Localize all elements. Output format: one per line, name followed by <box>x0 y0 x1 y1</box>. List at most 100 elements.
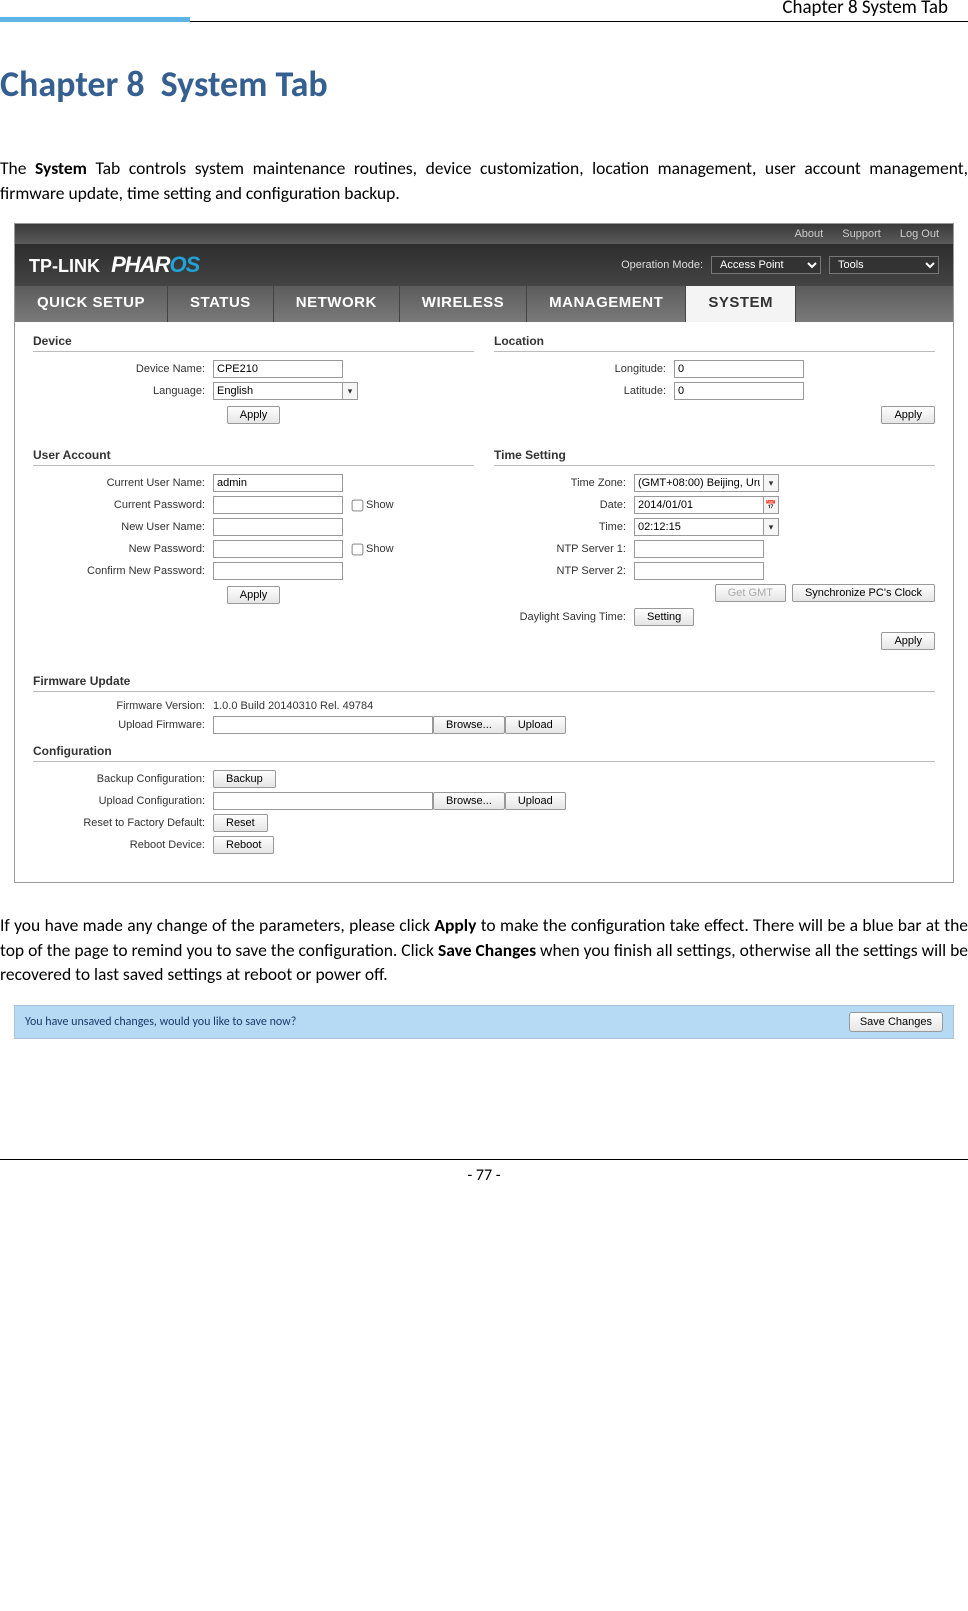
chapter-title: Chapter 8 System Tab <box>0 62 968 106</box>
upload-fw-input[interactable] <box>213 716 433 734</box>
dst-label: Daylight Saving Time: <box>494 611 634 623</box>
time-input[interactable] <box>634 518 764 536</box>
tab-status[interactable]: Status <box>168 286 274 322</box>
device-name-input[interactable] <box>213 360 343 378</box>
chevron-down-icon[interactable]: ▾ <box>342 382 358 400</box>
calendar-icon[interactable]: 📅 <box>763 496 779 514</box>
unsaved-bar: You have unsaved changes, would you like… <box>14 1005 954 1039</box>
location-panel: Location Longitude: Latitude: Apply <box>494 334 935 438</box>
logo-phar: PHAR <box>111 252 169 277</box>
chapter-name: System Tab <box>161 62 328 106</box>
blue-accent-bar <box>0 17 190 22</box>
system-body: Device Device Name: Language: ▾ Apply Lo… <box>15 322 953 882</box>
logout-link[interactable]: Log Out <box>900 228 939 240</box>
location-title: Location <box>494 334 935 352</box>
config-browse-button[interactable]: Browse... <box>433 792 505 810</box>
fw-version-label: Firmware Version: <box>33 700 213 712</box>
longitude-input[interactable] <box>674 360 804 378</box>
fw-browse-button[interactable]: Browse... <box>433 716 505 734</box>
intro-bold: System <box>35 157 87 179</box>
upload-config-label: Upload Configuration: <box>33 795 213 807</box>
tab-management[interactable]: Management <box>527 286 686 322</box>
reset-label: Reset to Factory Default: <box>33 817 213 829</box>
show-cur-pw-checkbox[interactable] <box>352 499 364 511</box>
sync-pc-button[interactable]: Synchronize PC's Clock <box>792 584 935 602</box>
confirm-pw-input[interactable] <box>213 562 343 580</box>
logo: TP-LINK PHAROS <box>29 252 199 278</box>
language-label: Language: <box>33 385 213 397</box>
tab-network[interactable]: Network <box>274 286 400 322</box>
mid-b2: Save Changes <box>438 939 536 961</box>
show-new-pw-label: Show <box>366 543 394 555</box>
reboot-button[interactable]: Reboot <box>213 836 274 854</box>
device-apply-button[interactable]: Apply <box>227 406 281 424</box>
language-select[interactable] <box>213 382 343 400</box>
cur-user-label: Current User Name: <box>33 477 213 489</box>
running-header: Chapter 8 System Tab <box>782 0 968 21</box>
router-ui-screenshot: About Support Log Out TP-LINK PHAROS Ope… <box>14 223 954 883</box>
location-apply-button[interactable]: Apply <box>881 406 935 424</box>
main-tabs: Quick Setup Status Network Wireless Mana… <box>15 286 953 322</box>
logo-tp: TP-LINK <box>29 256 100 276</box>
dst-setting-button[interactable]: Setting <box>634 608 694 626</box>
time-panel: Time Setting Time Zone:▾ Date:📅 Time:▾ N… <box>494 448 935 664</box>
backup-label: Backup Configuration: <box>33 773 213 785</box>
tz-select[interactable] <box>634 474 764 492</box>
user-apply-button[interactable]: Apply <box>227 586 281 604</box>
support-link[interactable]: Support <box>842 228 881 240</box>
intro-pre: The <box>0 157 35 179</box>
user-panel: User Account Current User Name: Current … <box>33 448 474 664</box>
upload-fw-label: Upload Firmware: <box>33 719 213 731</box>
backup-button[interactable]: Backup <box>213 770 276 788</box>
show-new-pw-checkbox[interactable] <box>352 543 364 555</box>
time-title: Time Setting <box>494 448 935 466</box>
intro-paragraph: The System Tab controls system maintenan… <box>0 156 968 205</box>
tab-system[interactable]: System <box>686 286 796 322</box>
new-pw-input[interactable] <box>213 540 343 558</box>
new-user-input[interactable] <box>213 518 343 536</box>
intro-post: Tab controls system maintenance routines… <box>0 157 968 204</box>
latitude-label: Latitude: <box>494 385 674 397</box>
date-input[interactable] <box>634 496 764 514</box>
show-cur-pw-label: Show <box>366 499 394 511</box>
confirm-pw-label: Confirm New Password: <box>33 565 213 577</box>
mid-paragraph: If you have made any change of the param… <box>0 913 968 987</box>
ntp2-input[interactable] <box>634 562 764 580</box>
upload-config-input[interactable] <box>213 792 433 810</box>
latitude-input[interactable] <box>674 382 804 400</box>
config-panel: Configuration Backup Configuration:Backu… <box>33 744 935 854</box>
tz-label: Time Zone: <box>494 477 634 489</box>
config-upload-button[interactable]: Upload <box>505 792 566 810</box>
reset-button[interactable]: Reset <box>213 814 268 832</box>
get-gmt-button[interactable]: Get GMT <box>715 584 786 602</box>
cur-pw-input[interactable] <box>213 496 343 514</box>
firmware-title: Firmware Update <box>33 674 935 692</box>
fw-version-value: 1.0.0 Build 20140310 Rel. 49784 <box>213 700 373 712</box>
fw-upload-button[interactable]: Upload <box>505 716 566 734</box>
tab-quick-setup[interactable]: Quick Setup <box>15 286 168 322</box>
ntp1-input[interactable] <box>634 540 764 558</box>
chevron-down-icon[interactable]: ▾ <box>763 518 779 536</box>
cur-user-input[interactable] <box>213 474 343 492</box>
new-pw-label: New Password: <box>33 543 213 555</box>
brand-band: TP-LINK PHAROS Operation Mode: Access Po… <box>15 244 953 286</box>
mid-b1: Apply <box>434 914 476 936</box>
save-changes-button[interactable]: Save Changes <box>849 1012 943 1032</box>
tools-select[interactable]: Tools <box>829 256 939 274</box>
mid-t1: If you have made any change of the param… <box>0 914 434 936</box>
device-title: Device <box>33 334 474 352</box>
chapter-number: Chapter 8 <box>0 62 145 106</box>
page-number: - 77 - <box>467 1166 500 1185</box>
firmware-panel: Firmware Update Firmware Version:1.0.0 B… <box>33 674 935 734</box>
device-panel: Device Device Name: Language: ▾ Apply <box>33 334 474 438</box>
reboot-label: Reboot Device: <box>33 839 213 851</box>
cur-pw-label: Current Password: <box>33 499 213 511</box>
chevron-down-icon[interactable]: ▾ <box>763 474 779 492</box>
tab-wireless[interactable]: Wireless <box>400 286 527 322</box>
time-apply-button[interactable]: Apply <box>881 632 935 650</box>
band-right: Operation Mode: Access Point Tools <box>621 256 939 274</box>
about-link[interactable]: About <box>794 228 823 240</box>
op-mode-label: Operation Mode: <box>621 259 703 271</box>
date-label: Date: <box>494 499 634 511</box>
op-mode-select[interactable]: Access Point <box>711 256 821 274</box>
